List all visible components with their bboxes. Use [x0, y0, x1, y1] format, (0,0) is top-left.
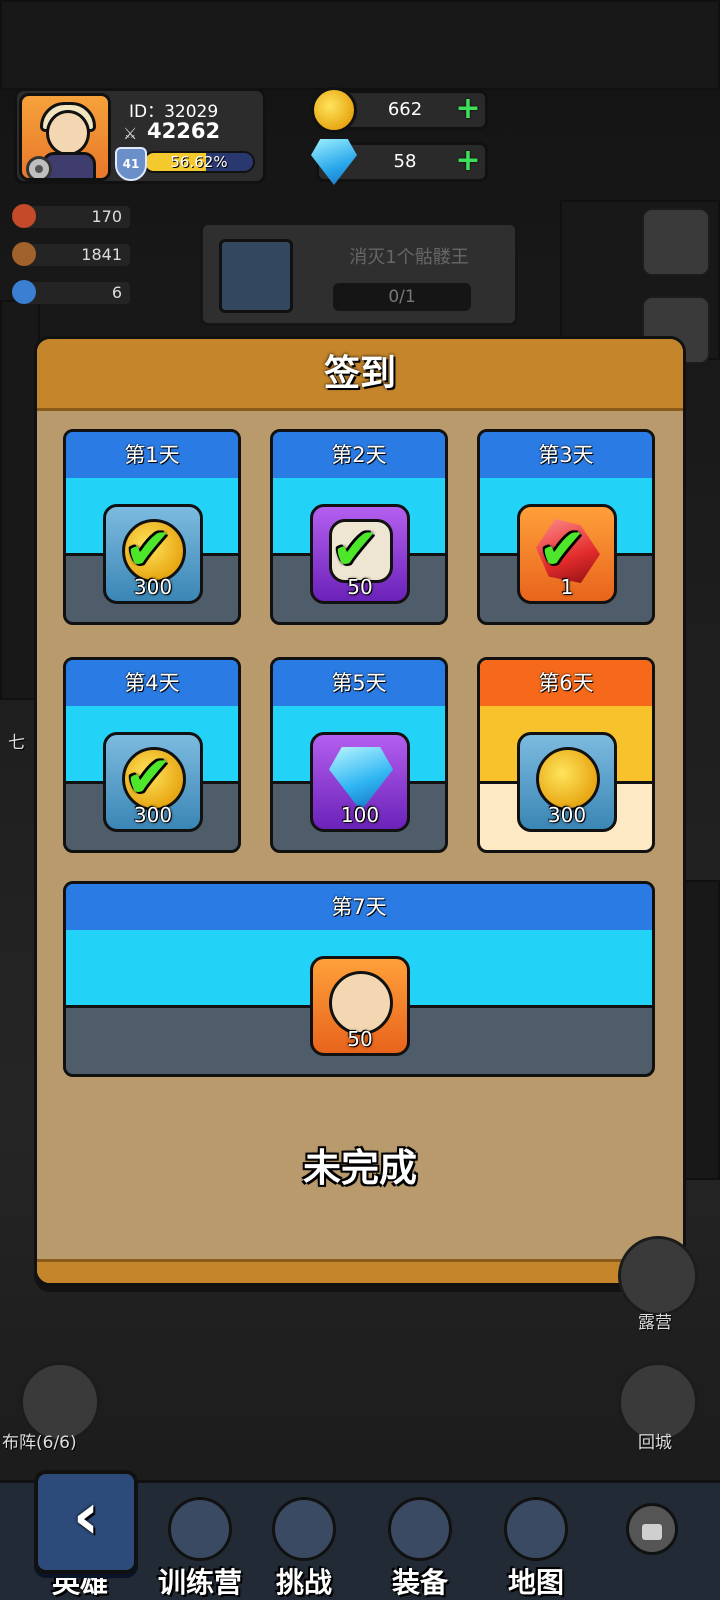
resource-meat: 170 — [12, 204, 130, 228]
reward-amount: 50 — [347, 575, 373, 599]
dialog-footer-band — [37, 1259, 683, 1283]
reward-amount: 1 — [560, 575, 574, 599]
day-label: 第4天 — [66, 660, 238, 706]
signin-title: 签到 — [37, 339, 683, 411]
return-city-label: 回城 — [638, 1433, 672, 1453]
reward-slot: ✔ 50 — [310, 504, 410, 604]
claimed-check-icon: ✔ — [331, 515, 380, 583]
signin-dialog: 签到 第1天 ✔ 300 第2天 ✔ 50 第3天 ✔ 1 第4天 ✔ 300 … — [34, 336, 686, 1286]
gold-coin-icon — [536, 747, 600, 811]
back-button[interactable]: ‹ — [34, 1470, 138, 1574]
combat-power-value: 42262 — [147, 119, 221, 143]
nav-challenge[interactable]: 挑战 — [244, 1483, 364, 1600]
nav-map[interactable]: 地图 — [476, 1483, 596, 1600]
crystal-icon — [12, 280, 36, 304]
day-label: 第3天 — [480, 432, 652, 478]
claimed-check-icon: ✔ — [124, 743, 173, 811]
experience-bar: 56.62% — [143, 151, 255, 173]
signin-day-7[interactable]: 第7天 50 — [63, 881, 655, 1077]
avatar-face — [46, 110, 90, 156]
claimed-check-icon: ✔ — [538, 515, 587, 583]
meat-icon — [12, 204, 36, 228]
gold-counter: 662 + — [311, 87, 488, 133]
resource-crystal-value: 6 — [111, 283, 122, 302]
diamond-icon — [329, 747, 393, 811]
nav-locked[interactable] — [592, 1483, 712, 1600]
resource-meat-value: 170 — [91, 207, 122, 226]
reward-amount: 300 — [547, 803, 587, 827]
player-profile-panel[interactable]: ID：32029 ⚔ 42262 56.62% 41 — [14, 88, 266, 184]
signin-day-6[interactable]: 第6天 300 — [477, 657, 655, 853]
resource-crystal: 6 — [12, 280, 130, 304]
hero-shard-icon — [329, 971, 393, 1035]
task-clipboard-icon[interactable] — [642, 208, 710, 276]
reward-slot: ✔ 300 — [103, 504, 203, 604]
signin-day-4[interactable]: 第4天 ✔ 300 — [63, 657, 241, 853]
target-icon — [168, 1497, 232, 1561]
signin-day-2[interactable]: 第2天 ✔ 50 — [270, 429, 448, 625]
map-scroll-icon — [504, 1497, 568, 1561]
day-label: 第6天 — [480, 660, 652, 706]
add-gold-button[interactable]: + — [455, 94, 481, 124]
reward-slot: 50 — [310, 956, 410, 1056]
gold-coin-icon — [311, 87, 357, 133]
signin-day-3[interactable]: 第3天 ✔ 1 — [477, 429, 655, 625]
reward-slot: 300 — [517, 732, 617, 832]
wood-icon — [12, 242, 36, 266]
signin-status-button[interactable]: 未完成 — [37, 1137, 683, 1192]
reward-amount: 300 — [133, 803, 173, 827]
signin-day-1[interactable]: 第1天 ✔ 300 — [63, 429, 241, 625]
armor-icon — [388, 1497, 452, 1561]
signin-day-5[interactable]: 第5天 100 — [270, 657, 448, 853]
reward-amount: 100 — [340, 803, 380, 827]
claimed-check-icon: ✔ — [124, 515, 173, 583]
gold-amount: 662 — [387, 99, 423, 120]
reward-amount: 300 — [133, 575, 173, 599]
skeleton-king-icon — [219, 239, 293, 313]
back-arrow-icon: ‹ — [72, 1480, 100, 1554]
lock-icon — [626, 1503, 678, 1555]
reward-amount: 50 — [347, 1027, 373, 1051]
quest-progress: 0/1 — [333, 283, 471, 311]
day-label: 第5天 — [273, 660, 445, 706]
resource-wood-value: 1841 — [81, 245, 122, 264]
diamond-icon — [311, 139, 357, 185]
nav-label: 挑战 — [275, 1566, 332, 1599]
reward-slot: ✔ 300 — [103, 732, 203, 832]
sword-shield-icon — [272, 1497, 336, 1561]
diamond-counter: 58 + — [311, 139, 488, 185]
quest-text: 消灭1个骷髅王 — [349, 247, 469, 268]
settings-gear-icon[interactable] — [26, 156, 52, 178]
level-shield-icon: 41 — [115, 147, 147, 181]
quest-panel[interactable]: 消灭1个骷髅王 0/1 — [200, 222, 518, 326]
side-seven-label: 七 — [8, 733, 25, 753]
player-avatar[interactable] — [19, 93, 111, 181]
combat-power-icon: ⚔ — [123, 124, 138, 143]
formation-label: 布阵(6/6) — [2, 1433, 77, 1453]
nav-label: 装备 — [391, 1566, 448, 1599]
experience-percent: 56.62% — [170, 153, 228, 171]
day-label: 第1天 — [66, 432, 238, 478]
nav-label: 地图 — [507, 1566, 564, 1599]
reward-slot: 100 — [310, 732, 410, 832]
camp-button[interactable] — [618, 1236, 698, 1316]
nav-equipment[interactable]: 装备 — [360, 1483, 480, 1600]
diamond-amount: 58 — [393, 151, 417, 172]
day-label: 第2天 — [273, 432, 445, 478]
resource-wood: 1841 — [12, 242, 130, 266]
reward-slot: ✔ 1 — [517, 504, 617, 604]
day-label: 第7天 — [66, 884, 652, 930]
camp-label: 露营 — [638, 1313, 672, 1333]
add-diamond-button[interactable]: + — [455, 146, 481, 176]
